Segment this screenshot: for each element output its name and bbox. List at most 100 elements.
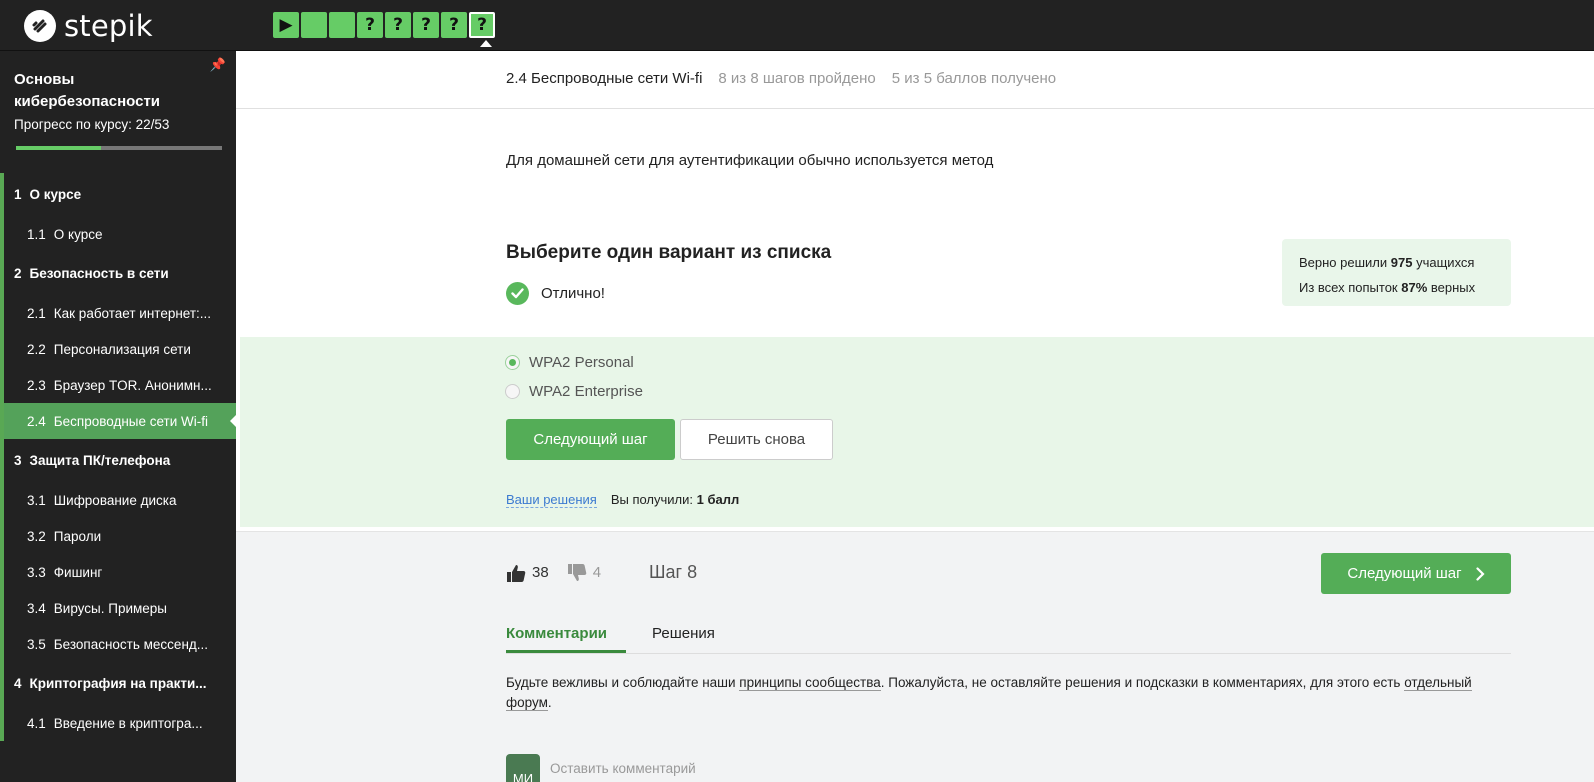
sidebar-lesson-3-4[interactable]: 3.4 Вирусы. Примеры	[0, 590, 236, 626]
course-progress-bar	[16, 146, 222, 150]
sidebar-lesson-2-3[interactable]: 2.3 Браузер TOR. Анонимн...	[0, 367, 236, 403]
solved-stat: Верно решили 975 учащихся	[1299, 255, 1475, 270]
sidebar-section-3[interactable]: 3 Защита ПК/телефона	[0, 439, 236, 482]
active-lesson-caret	[230, 411, 240, 431]
score-text: Вы получили: 1 балл	[610, 492, 740, 507]
votes: 38 4 Шаг 8	[506, 562, 697, 583]
pin-icon[interactable]: 📌	[210, 57, 226, 73]
tab-comments[interactable]: Комментарии	[506, 622, 626, 653]
nav-item-number: 3.1	[27, 492, 46, 508]
next-step-label: Следующий шаг	[1347, 565, 1462, 582]
step-quiz[interactable]: ?	[441, 12, 467, 38]
radio-unchecked[interactable]	[505, 384, 520, 399]
attempts-stat: Из всех попыток 87% верных	[1299, 280, 1476, 295]
chevron-right-icon	[1476, 566, 1485, 581]
sidebar-section-2[interactable]: 2 Безопасность в сети	[0, 252, 236, 295]
community-rules: Будьте вежливы и соблюдайте наши принцип…	[506, 675, 1472, 711]
thumbs-down-icon	[567, 563, 586, 581]
sidebar-lesson-1-1[interactable]: 1.1 О курсе	[0, 216, 236, 252]
solve-again-button[interactable]: Решить снова	[680, 419, 833, 460]
nav-item-label: Защита ПК/телефона	[29, 453, 171, 468]
nav-item-label: О курсе	[53, 226, 103, 242]
nav-item-label: Криптография на практи...	[29, 676, 207, 691]
step-text-done[interactable]	[301, 12, 327, 38]
sidebar-section-1[interactable]: 1 О курсе	[0, 173, 236, 216]
sidebar-lesson-3-1[interactable]: 3.1 Шифрование диска	[0, 482, 236, 518]
nav-item-label: Вирусы. Примеры	[53, 600, 167, 616]
nav-item-number: 3.2	[27, 528, 46, 544]
stats-box: Верно решили 975 учащихся Из всех попыто…	[1282, 239, 1511, 306]
thumbs-up-icon	[507, 564, 526, 582]
answer-area: WPA2 Personal WPA2 Enterprise Следующий …	[240, 337, 1594, 527]
community-principles-link[interactable]: принципы сообщества	[739, 675, 881, 691]
nav-item-label: Как работает интернет:...	[53, 305, 212, 321]
result-text: Отлично!	[541, 285, 605, 302]
lesson-header: 2.4 Беспроводные сети Wi-fi 8 из 8 шагов…	[236, 51, 1594, 109]
step-navigation: ▶?????	[273, 12, 495, 38]
top-bar: stepik ▶?????	[0, 0, 1594, 51]
nav-item-number: 3.5	[27, 636, 46, 652]
option-label: WPA2 Personal	[529, 354, 634, 371]
nav-item-label: Шифрование диска	[53, 492, 177, 508]
steps-passed: 8 из 8 шагов пройдено	[718, 70, 876, 87]
step-video[interactable]: ▶	[273, 12, 299, 38]
lesson-title: 2.4 Беспроводные сети Wi-fi	[506, 70, 703, 87]
sidebar-section-4[interactable]: 4 Криптография на практи...	[0, 662, 236, 705]
stepik-logo[interactable]: stepik	[24, 9, 153, 43]
nav-item-number: 2	[14, 266, 22, 281]
discussion-tabs: Комментарии Решения	[506, 622, 1511, 654]
sidebar-lesson-2-4[interactable]: 2.4 Беспроводные сети Wi-fi	[0, 403, 240, 439]
step-quiz[interactable]: ?	[413, 12, 439, 38]
sidebar-lesson-2-1[interactable]: 2.1 Как работает интернет:...	[0, 295, 236, 331]
next-step-button[interactable]: Следующий шаг	[506, 419, 675, 460]
option-wpa2-personal[interactable]: WPA2 Personal	[505, 354, 634, 371]
dislike-button[interactable]: 4	[567, 563, 601, 583]
question-text: Для домашней сети для аутентификации обы…	[506, 152, 994, 169]
option-label: WPA2 Enterprise	[529, 383, 643, 400]
nav-item-number: 2.2	[27, 341, 46, 357]
nav-item-number: 2.3	[27, 377, 46, 393]
next-step-button-footer[interactable]: Следующий шаг	[1321, 553, 1511, 594]
nav-item-number: 2.4	[27, 413, 46, 429]
sidebar-lesson-3-5[interactable]: 3.5 Безопасность мессенд...	[0, 626, 236, 662]
leave-comment-input[interactable]: Оставить комментарий	[550, 754, 696, 776]
sidebar-lesson-3-3[interactable]: 3.3 Фишинг	[0, 554, 236, 590]
brand-name: stepik	[64, 9, 153, 43]
option-wpa2-enterprise[interactable]: WPA2 Enterprise	[505, 383, 643, 400]
sidebar-lesson-4-1[interactable]: 4.1 Введение в криптогра...	[0, 705, 236, 741]
step-quiz[interactable]: ?	[385, 12, 411, 38]
step-footer: 38 4 Шаг 8 Следующий шаг Комментарии Реш…	[236, 531, 1594, 782]
course-sidebar: Основы кибербезопасности Прогресс по кур…	[0, 51, 240, 782]
points-received: 5 из 5 баллов получено	[891, 70, 1057, 87]
nav-item-number: 4	[14, 676, 22, 691]
nav-item-number: 3	[14, 453, 22, 468]
quiz-instruction: Выберите один вариант из списка	[506, 242, 832, 263]
sidebar-lesson-3-2[interactable]: 3.2 Пароли	[0, 518, 236, 554]
step-text-done[interactable]	[329, 12, 355, 38]
course-title[interactable]: Основы кибербезопасности	[14, 69, 222, 113]
course-nav: 1 О курсе 1.1 О курсе 2 Безопасность в сети 2.…	[0, 173, 240, 741]
sidebar-lesson-2-2[interactable]: 2.2 Персонализация сети	[0, 331, 236, 367]
current-step-caret	[480, 40, 492, 47]
nav-item-number: 2.1	[27, 305, 46, 321]
step-quiz[interactable]: ?	[469, 12, 495, 38]
nav-item-label: Безопасность в сети	[29, 266, 169, 281]
nav-item-number: 3.4	[27, 600, 46, 616]
nav-item-number: 4.1	[27, 715, 46, 731]
quiz-result: Отлично!	[506, 282, 605, 305]
nav-item-label: О курсе	[29, 187, 82, 202]
nav-item-label: Персонализация сети	[53, 341, 191, 357]
nav-item-label: Пароли	[53, 528, 102, 544]
nav-item-label: Фишинг	[53, 564, 103, 580]
tab-solutions[interactable]: Решения	[652, 622, 715, 653]
nav-item-label: Безопасность мессенд...	[53, 636, 209, 652]
check-circle-icon	[506, 282, 529, 305]
radio-checked[interactable]	[505, 355, 520, 370]
course-progress-fill	[16, 146, 102, 150]
nav-item-number: 1	[14, 187, 22, 202]
like-button[interactable]: 38	[506, 563, 549, 583]
your-solutions-link[interactable]: Ваши решения	[506, 492, 597, 508]
nav-item-number: 1.1	[27, 226, 46, 242]
nav-item-label: Беспроводные сети Wi-fi	[53, 413, 209, 429]
step-quiz[interactable]: ?	[357, 12, 383, 38]
